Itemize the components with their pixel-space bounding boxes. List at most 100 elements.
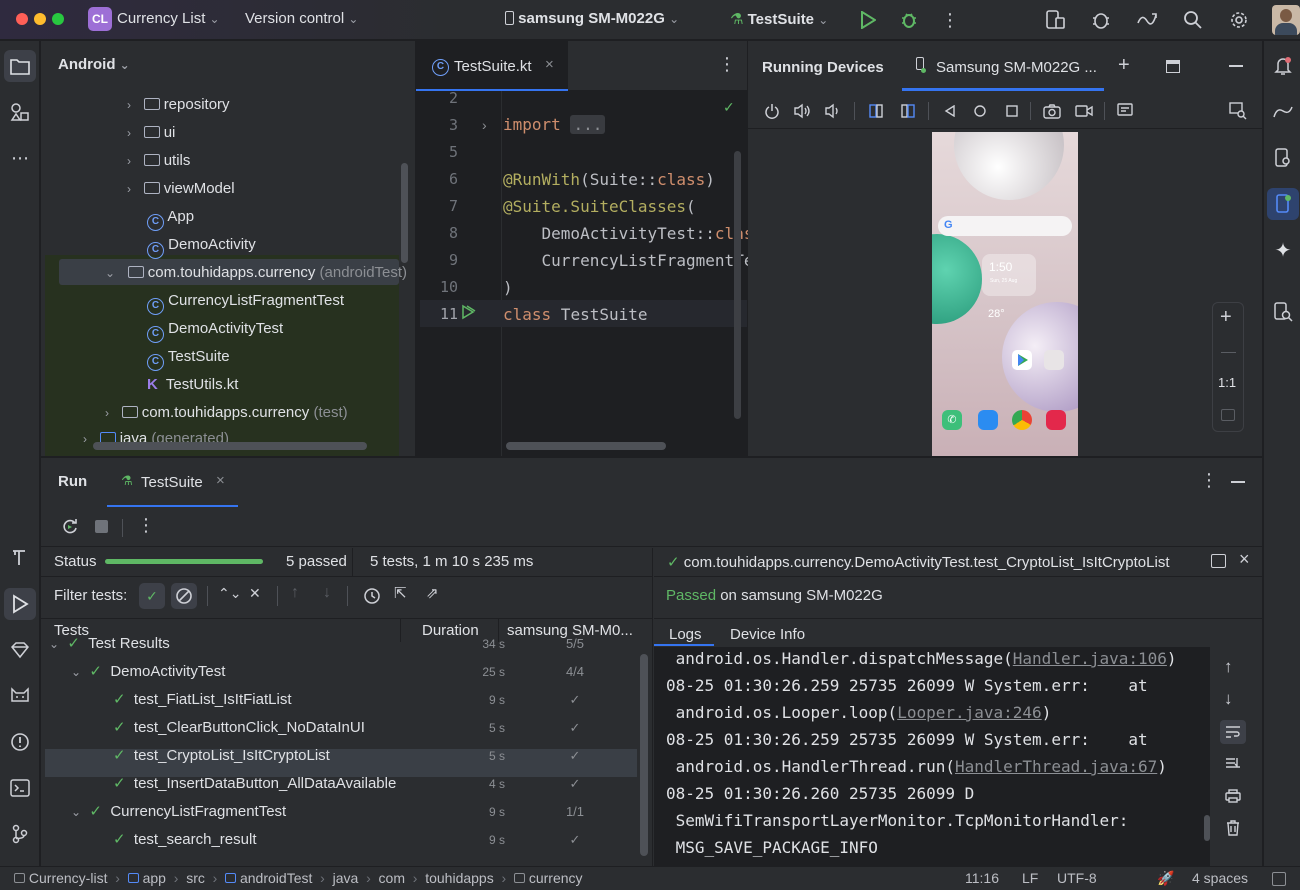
project-badge[interactable]: CL <box>88 7 112 31</box>
screen-record-icon[interactable] <box>1074 101 1094 121</box>
tab-logs[interactable]: Logs <box>654 619 714 646</box>
home-icon[interactable] <box>970 101 990 121</box>
line-separator[interactable]: LF <box>1022 870 1038 886</box>
tree-item-testutils[interactable]: K TestUtils.kt <box>147 371 238 399</box>
attach-debugger-icon[interactable] <box>1088 7 1114 33</box>
running-devices-tool-button[interactable] <box>1267 188 1299 220</box>
phone-app-icon[interactable]: ✆ <box>942 410 962 430</box>
maximize-window-button[interactable] <box>52 13 64 25</box>
soft-wrap-icon[interactable] <box>1220 720 1246 744</box>
device-screen[interactable]: G 1:50 Sun, 25 Aug 28° ✆ <box>932 132 1078 456</box>
indent-setting[interactable]: 4 spaces <box>1192 870 1248 886</box>
build-tool-button[interactable] <box>4 541 36 573</box>
log-link[interactable]: Looper.java:246 <box>897 703 1042 722</box>
test-history-icon[interactable] <box>361 585 383 607</box>
gradle-icon[interactable] <box>1267 96 1299 128</box>
tab-testsuite-kt[interactable]: C TestSuite.kt × <box>416 41 568 91</box>
window-layout-icon[interactable] <box>1166 60 1180 73</box>
device-tab[interactable]: Samsung SM-M022G ... <box>902 41 1104 91</box>
vertical-scrollbar[interactable] <box>401 163 408 263</box>
problems-button[interactable] <box>4 726 36 758</box>
device-manager-icon[interactable] <box>1042 7 1068 33</box>
more-actions-icon[interactable]: ⋮ <box>137 515 155 536</box>
more-tools-icon[interactable]: ⋯ <box>4 142 36 174</box>
rotate-right-icon[interactable] <box>898 101 918 121</box>
project-tool-button[interactable] <box>4 50 36 82</box>
zoom-actual-size[interactable]: 1:1 <box>1218 375 1236 390</box>
add-device-icon[interactable]: + <box>1118 54 1130 77</box>
scroll-up-icon[interactable]: ↑ <box>1224 657 1233 677</box>
notifications-bell-icon[interactable] <box>1267 50 1299 82</box>
tree-item-utils[interactable]: › utils <box>127 147 190 175</box>
test-row-results[interactable]: ⌄ ✓ Test Results 34 s 5/5 <box>45 630 637 658</box>
tree-item-app[interactable]: C App <box>147 203 194 231</box>
google-folder-icon[interactable] <box>1044 350 1064 370</box>
close-detail-icon[interactable]: × <box>1239 549 1250 570</box>
phone-search-bar[interactable]: G <box>938 216 1072 236</box>
gemini-sparkle-icon[interactable]: ✦ <box>1267 234 1299 266</box>
scroll-down-icon[interactable]: ↓ <box>1224 689 1233 709</box>
project-selector[interactable]: Currency List ⌄ <box>117 10 220 27</box>
app-quality-button[interactable] <box>4 634 36 666</box>
horizontal-scrollbar[interactable] <box>93 442 367 450</box>
debug-button[interactable] <box>897 8 921 32</box>
breadcrumb-item[interactable]: java <box>333 870 359 886</box>
fold-chevron-icon[interactable]: › <box>482 117 487 133</box>
tree-item-viewmodel[interactable]: › viewModel <box>127 175 235 203</box>
zoom-fit-icon[interactable] <box>1221 409 1235 421</box>
tree-item-currencylistfragmenttest[interactable]: C CurrencyListFragmentTest <box>147 287 344 315</box>
zoom-out-icon[interactable] <box>1221 352 1236 353</box>
log-link[interactable]: Handler.java:106 <box>1013 649 1167 668</box>
sync-project-icon[interactable] <box>1134 7 1160 33</box>
volume-down-icon[interactable] <box>822 101 842 121</box>
breadcrumb-item[interactable]: currency <box>529 870 583 886</box>
tree-item-androidtest-package[interactable]: ⌄ com.touhidapps.currency (androidTest) <box>105 259 407 287</box>
screenshot-camera-icon[interactable] <box>1042 101 1062 121</box>
tree-item-test-package[interactable]: › com.touhidapps.currency (test) <box>105 399 348 427</box>
caret-position[interactable]: 11:16 <box>965 870 999 886</box>
logcat-button[interactable] <box>4 680 36 712</box>
version-control-button[interactable] <box>4 818 36 850</box>
test-row-insertdata[interactable]: ✓ test_InsertDataButton_AllDataAvailable… <box>45 770 637 798</box>
tree-item-repository[interactable]: › repository <box>127 91 230 119</box>
volume-up-icon[interactable] <box>792 101 812 121</box>
run-config-selector[interactable]: ⚗ TestSuite ⌄ <box>730 10 828 28</box>
overview-icon[interactable] <box>1002 101 1022 121</box>
folded-imports[interactable]: ... <box>570 115 606 134</box>
run-button[interactable] <box>856 8 880 32</box>
messages-app-icon[interactable] <box>978 410 998 430</box>
tab-device-info[interactable]: Device Info <box>730 626 805 643</box>
log-scrollbar[interactable] <box>1204 815 1210 841</box>
export-tests-icon[interactable]: ⇗ <box>426 584 439 602</box>
print-icon[interactable] <box>1220 785 1246 807</box>
test-row-searchresult[interactable]: ✓ test_search_result 9 s ✓ <box>45 826 637 854</box>
panel-options-icon[interactable]: ⋮ <box>1200 470 1218 491</box>
breadcrumb-item[interactable]: androidTest <box>240 870 312 886</box>
back-icon[interactable] <box>940 101 960 121</box>
vertical-scrollbar[interactable] <box>640 654 648 856</box>
next-failed-icon[interactable]: ↓ <box>323 584 331 602</box>
file-encoding[interactable]: UTF-8 <box>1057 870 1097 886</box>
device-explorer-icon[interactable] <box>1267 142 1299 174</box>
run-tool-button[interactable] <box>4 588 36 620</box>
layout-inspect-icon[interactable] <box>1228 101 1248 121</box>
show-passed-filter[interactable]: ✓ <box>139 583 165 609</box>
layout-inspector-icon[interactable] <box>1267 296 1299 328</box>
breadcrumb-item[interactable]: app <box>143 870 166 886</box>
show-ignored-filter[interactable] <box>171 583 197 609</box>
stop-icon[interactable] <box>95 520 108 533</box>
resource-manager-button[interactable] <box>4 96 36 128</box>
play-store-app-icon[interactable] <box>1012 350 1032 370</box>
breadcrumb-item[interactable]: touhidapps <box>425 870 494 886</box>
power-save-rocket-icon[interactable]: 🚀 <box>1157 870 1174 887</box>
rotate-left-icon[interactable] <box>866 101 886 121</box>
mirroring-settings-icon[interactable] <box>1116 101 1136 121</box>
rerun-icon[interactable] <box>60 517 80 537</box>
zoom-in-icon[interactable]: + <box>1220 306 1232 329</box>
minimize-panel-icon[interactable] <box>1231 481 1245 483</box>
expand-all-icon[interactable]: ⌃⌄ <box>218 585 241 602</box>
search-icon[interactable] <box>1180 7 1206 33</box>
tree-item-demoactivitytest[interactable]: C DemoActivityTest <box>147 315 283 343</box>
minimize-panel-icon[interactable] <box>1229 65 1243 67</box>
power-icon[interactable] <box>762 101 782 121</box>
